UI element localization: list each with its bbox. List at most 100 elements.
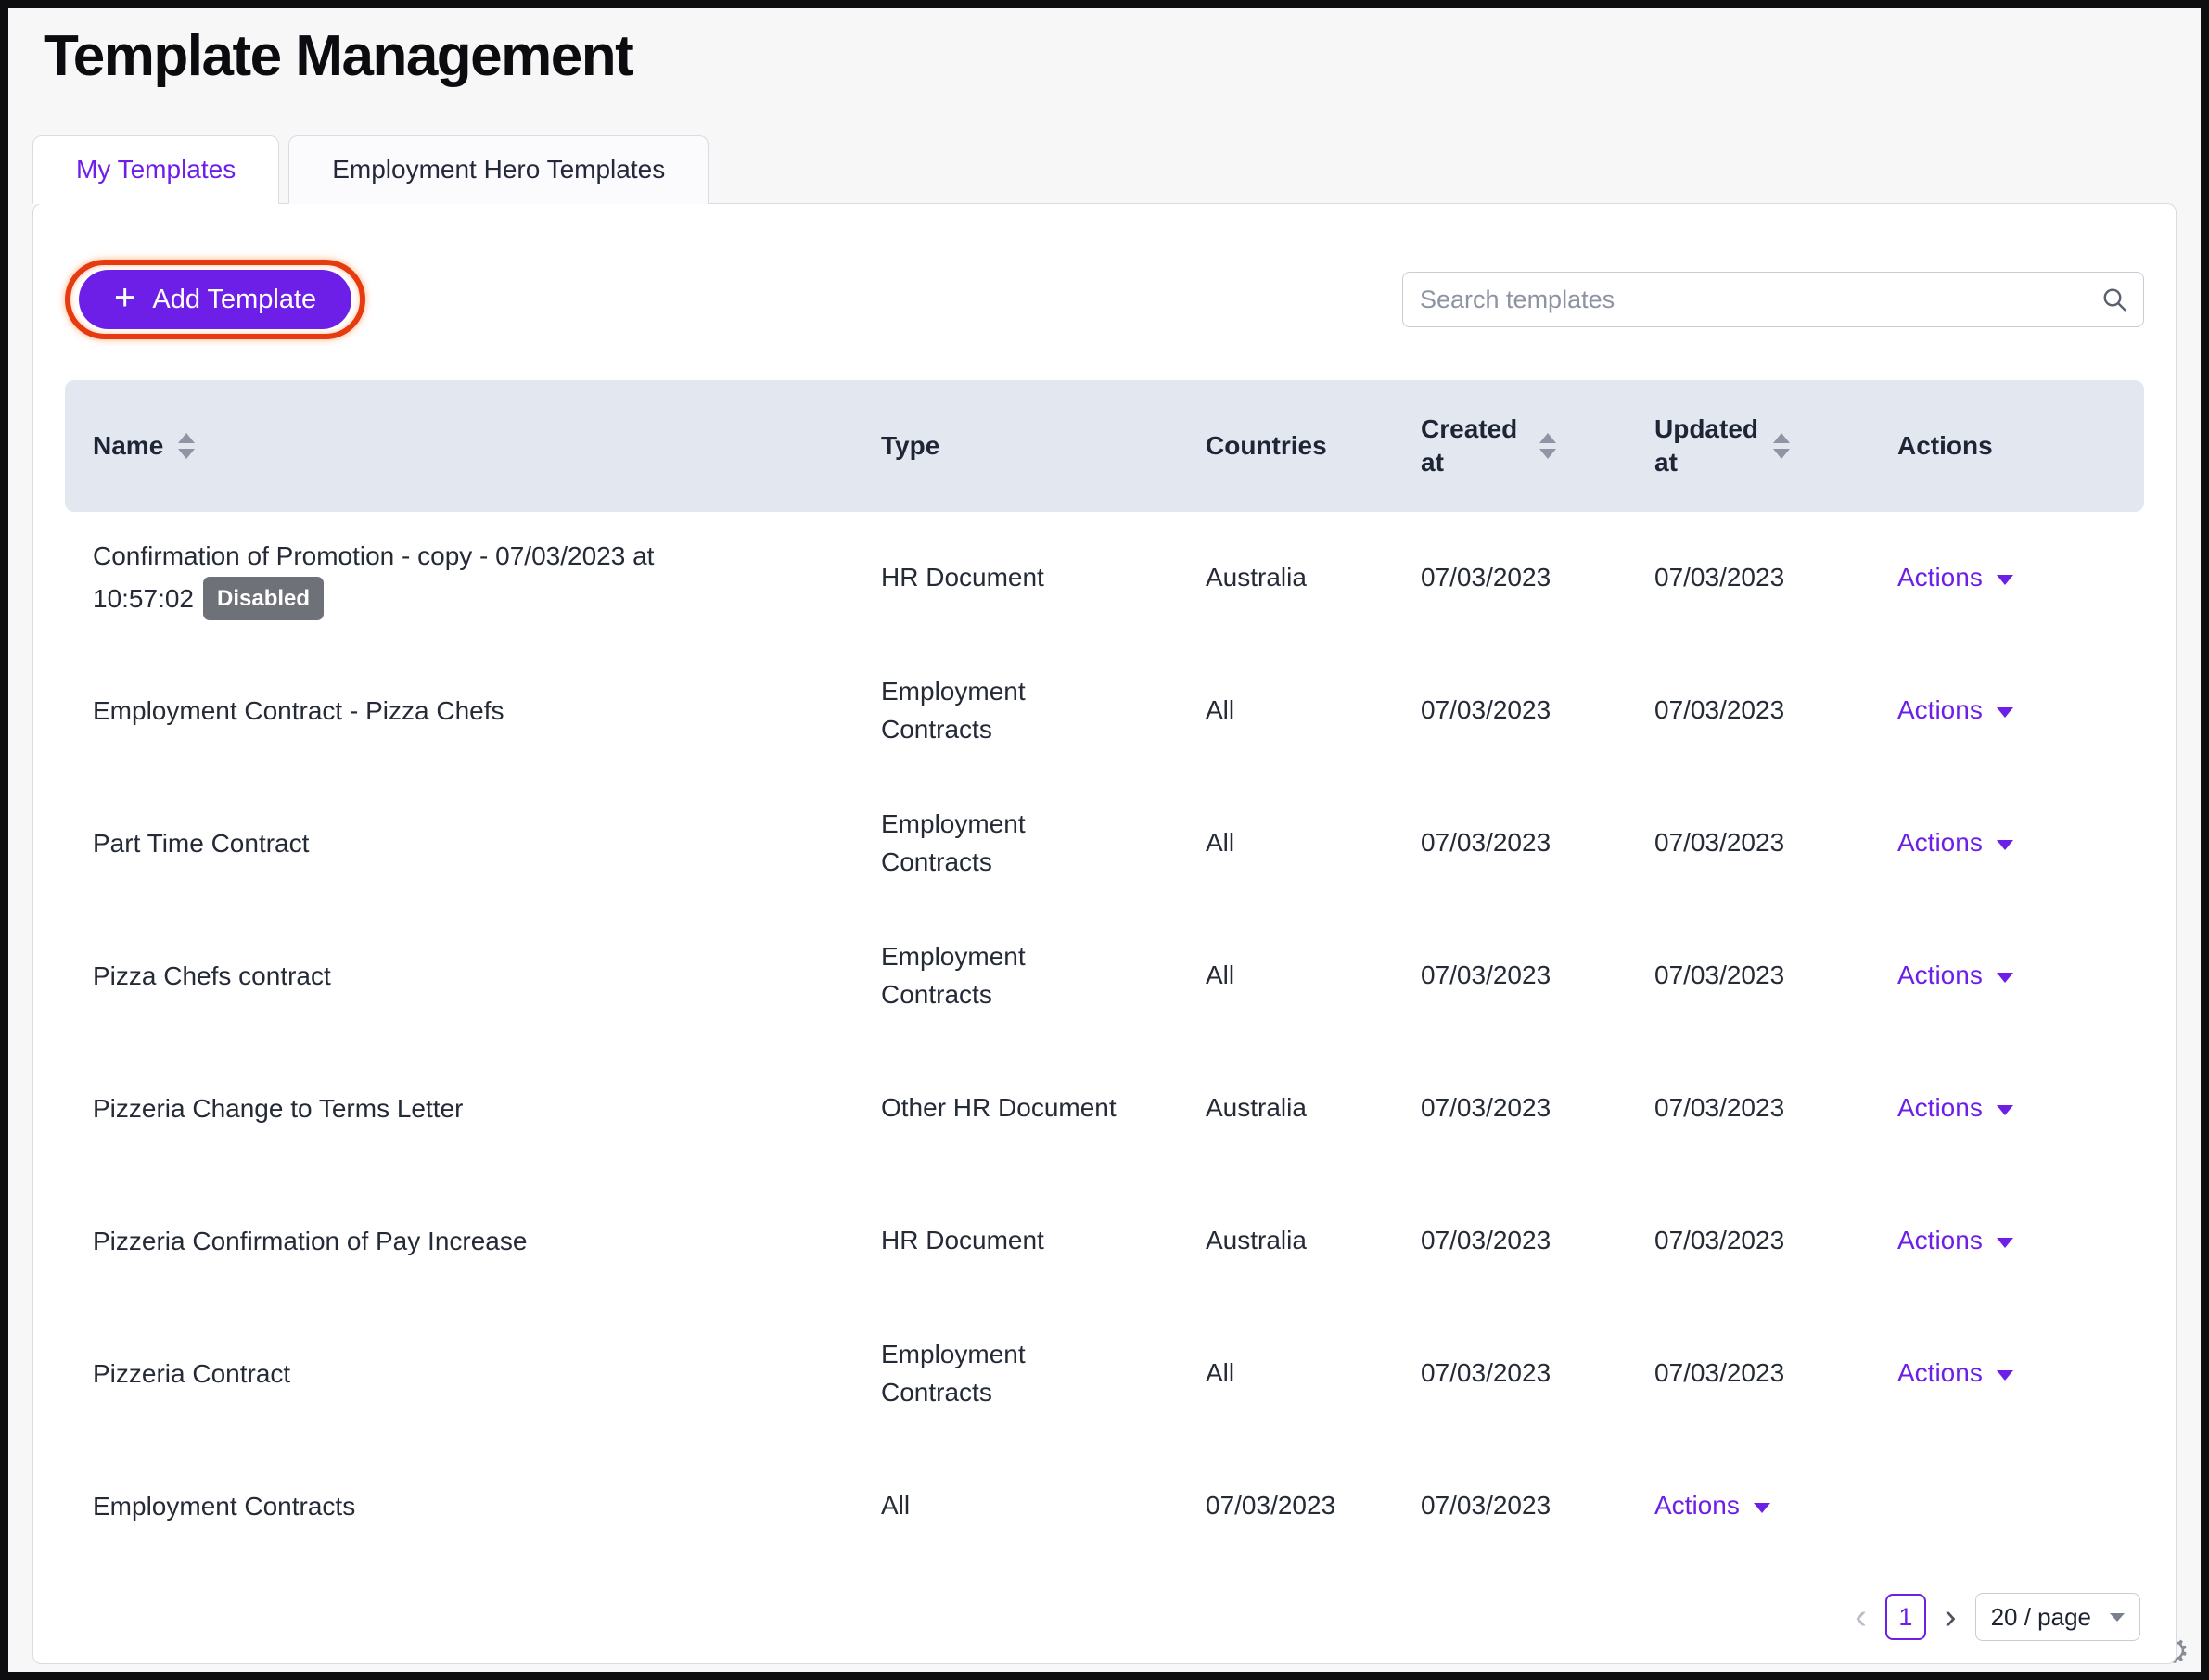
actions-dropdown[interactable]: Actions (1897, 692, 2013, 730)
toolbar: + Add Template (65, 260, 2144, 339)
add-template-label: Add Template (152, 285, 316, 315)
cell-created-at: 07/03/2023 (1421, 824, 1654, 862)
template-name: Pizza Chefs contract (93, 961, 331, 990)
cell-countries: All (1206, 1355, 1421, 1393)
cell-template-name: Part Time Contract (65, 823, 881, 863)
page-size-value: 20 / page (1991, 1603, 2091, 1632)
cell-countries: All (1206, 957, 1421, 995)
templates-panel: + Add Template Name Type (32, 203, 2177, 1664)
template-name: Employment Contract - Pizza Chefs (93, 696, 504, 725)
cell-template-name: Pizzeria Change to Terms Letter (65, 1088, 881, 1128)
template-name: Part Time Contract (93, 829, 309, 858)
column-header-type: Type (881, 431, 1206, 461)
actions-dropdown[interactable]: Actions (1897, 1222, 2013, 1260)
sort-icon-updated-at[interactable] (1773, 433, 1790, 459)
cell-template-name: Pizza Chefs contract (65, 956, 881, 996)
page-size-select[interactable]: 20 / page (1975, 1593, 2140, 1641)
cell-template-name: Confirmation of Promotion - copy - 07/03… (65, 536, 881, 620)
template-name: Employment Contracts (93, 1492, 355, 1521)
cell-template-name: Employment Contracts (65, 1486, 881, 1526)
cell-template-type: Employment Contracts (881, 938, 1206, 1013)
actions-dropdown[interactable]: Actions (1897, 559, 2013, 597)
cell-updated-at: 07/03/2023 (1654, 1089, 1897, 1127)
cell-updated-at: 07/03/2023 (1654, 824, 1897, 862)
search-box (1402, 272, 2144, 327)
cell-template-name: Pizzeria Confirmation of Pay Increase (65, 1221, 881, 1261)
template-name: Pizzeria Change to Terms Letter (93, 1094, 463, 1123)
template-name: Confirmation of Promotion - copy - 07/03… (93, 541, 654, 612)
cell-actions: Actions (1897, 1355, 2144, 1393)
actions-dropdown[interactable]: Actions (1897, 1089, 2013, 1127)
cell-actions: Actions (1897, 1222, 2144, 1260)
cell-actions: Actions (1897, 1089, 2144, 1127)
current-page-button[interactable]: 1 (1885, 1594, 1926, 1640)
column-header-created-at: Created at (1421, 413, 1654, 480)
pagination: ‹ 1 › 20 / page (65, 1593, 2144, 1641)
cell-updated-at: 07/03/2023 (1654, 1355, 1897, 1393)
caret-down-icon (1997, 840, 2013, 850)
caret-down-icon (1997, 575, 2013, 585)
caret-down-icon (1997, 1238, 2013, 1248)
cell-template-name: Pizzeria Contract (65, 1354, 881, 1394)
table-row: Pizzeria Contract Employment Contracts A… (65, 1307, 2144, 1440)
cell-updated-at: 07/03/2023 (1654, 957, 1897, 995)
template-management-screen: Template Management My Templates Employm… (0, 0, 2209, 1680)
actions-dropdown[interactable]: Actions (1897, 824, 2013, 862)
caret-down-icon (1997, 707, 2013, 718)
table-row: Part Time Contract Employment Contracts … (65, 777, 2144, 910)
cell-actions: Actions (1897, 957, 2144, 995)
actions-dropdown[interactable]: Actions (1654, 1487, 1770, 1525)
add-template-button[interactable]: + Add Template (79, 270, 351, 329)
cell-created-at: 07/03/2023 (1421, 1222, 1654, 1260)
table-body: Confirmation of Promotion - copy - 07/03… (65, 512, 2144, 1572)
next-page-button[interactable]: › (1945, 1599, 1957, 1635)
column-header-name: Name (65, 431, 881, 461)
caret-down-icon (1754, 1503, 1770, 1513)
cell-template-type: HR Document (881, 559, 1206, 597)
tab-employment-hero-templates[interactable]: Employment Hero Templates (288, 135, 709, 204)
cell-actions: Actions (1897, 824, 2144, 862)
cell-template-type: HR Document (881, 1222, 1206, 1260)
cell-template-type: Employment Contracts (881, 806, 1206, 881)
cell-countries: Australia (1206, 559, 1421, 597)
sort-icon-name[interactable] (178, 433, 195, 459)
actions-dropdown[interactable]: Actions (1897, 957, 2013, 995)
cell-countries: Australia (1206, 1089, 1421, 1127)
search-icon[interactable] (2100, 285, 2129, 314)
chevron-down-icon (2110, 1613, 2125, 1622)
sort-icon-created-at[interactable] (1539, 433, 1556, 459)
actions-dropdown[interactable]: Actions (1897, 1355, 2013, 1393)
tabs: My Templates Employment Hero Templates (32, 135, 2201, 204)
column-header-updated-at: Updated at (1654, 413, 1897, 480)
table-row: Employment Contract - Pizza Chefs Employ… (65, 644, 2144, 777)
cell-updated-at: 07/03/2023 (1654, 692, 1897, 730)
cell-template-type: Employment Contracts (881, 673, 1206, 748)
cell-actions: Actions (1897, 559, 2144, 597)
table-header: Name Type Countries Created at Updated a… (65, 380, 2144, 512)
cell-created-at: 07/03/2023 (1421, 1355, 1654, 1393)
cell-template-type: All (881, 1487, 1206, 1525)
cell-created-at: 07/03/2023 (1421, 1089, 1654, 1127)
cell-created-at: 07/03/2023 (1421, 1487, 1654, 1525)
column-header-countries: Countries (1206, 431, 1421, 461)
cell-updated-at: Actions (1654, 1487, 1897, 1525)
cell-updated-at: 07/03/2023 (1654, 1222, 1897, 1260)
table-row: Pizza Chefs contract Employment Contract… (65, 910, 2144, 1042)
search-input[interactable] (1402, 272, 2144, 327)
cell-countries: 07/03/2023 (1206, 1487, 1421, 1525)
column-header-actions: Actions (1897, 431, 2144, 461)
table-row: Pizzeria Confirmation of Pay Increase HR… (65, 1175, 2144, 1307)
template-name: Pizzeria Confirmation of Pay Increase (93, 1227, 527, 1255)
cell-updated-at: 07/03/2023 (1654, 559, 1897, 597)
cell-countries: Australia (1206, 1222, 1421, 1260)
cell-actions: Actions (1897, 692, 2144, 730)
caret-down-icon (1997, 1370, 2013, 1381)
table-row: Pizzeria Change to Terms Letter Other HR… (65, 1042, 2144, 1175)
table-row: Employment Contracts All 07/03/2023 07/0… (65, 1440, 2144, 1572)
cell-countries: All (1206, 824, 1421, 862)
caret-down-icon (1997, 973, 2013, 983)
cell-created-at: 07/03/2023 (1421, 957, 1654, 995)
prev-page-button[interactable]: ‹ (1855, 1599, 1867, 1635)
tab-my-templates[interactable]: My Templates (32, 135, 279, 204)
cell-template-name: Employment Contract - Pizza Chefs (65, 691, 881, 731)
